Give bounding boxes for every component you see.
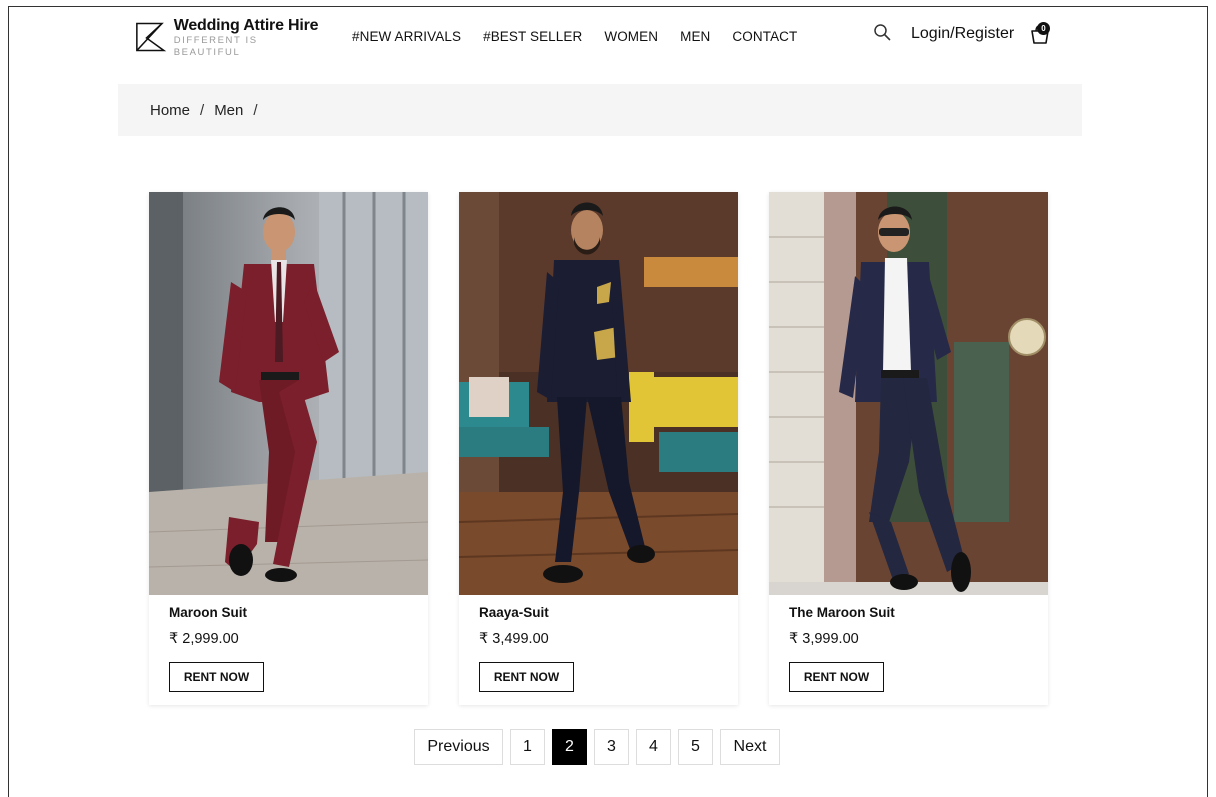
brand-name: Wedding Attire Hire — [173, 17, 319, 34]
nav-item-new-arrivals[interactable]: #NEW ARRIVALS — [352, 29, 461, 44]
rent-now-button[interactable]: RENT NOW — [479, 662, 574, 692]
pagination-page-3[interactable]: 3 — [594, 729, 629, 765]
pagination-page-2[interactable]: 2 — [552, 729, 587, 765]
breadcrumb-separator: / — [200, 101, 205, 119]
product-card[interactable]: Maroon Suit ₹ 2,999.00 RENT NOW — [149, 192, 428, 705]
product-title[interactable]: Raaya-Suit — [479, 605, 549, 620]
cart-count-badge: 0 — [1037, 22, 1050, 35]
nav-item-contact[interactable]: CONTACT — [732, 29, 797, 44]
pagination-page-1[interactable]: 1 — [510, 729, 545, 765]
pagination: Previous 1 2 3 4 5 Next — [414, 729, 787, 765]
nav-item-best-seller[interactable]: #BEST SELLER — [483, 29, 582, 44]
product-card[interactable]: Raaya-Suit ₹ 3,499.00 RENT NOW — [459, 192, 738, 705]
main-nav: #NEW ARRIVALS #BEST SELLER WOMEN MEN CON… — [352, 29, 819, 44]
browser-frame: Wedding Attire Hire DIFFERENT IS BEAUTIF… — [8, 6, 1208, 797]
product-price: ₹ 2,999.00 — [169, 631, 239, 647]
pagination-previous-button[interactable]: Previous — [414, 729, 503, 765]
rent-now-button[interactable]: RENT NOW — [169, 662, 264, 692]
breadcrumb: Home / Men / — [118, 84, 1082, 136]
nav-item-men[interactable]: MEN — [680, 29, 710, 44]
rent-now-button[interactable]: RENT NOW — [789, 662, 884, 692]
product-title[interactable]: Maroon Suit — [169, 605, 247, 620]
product-price: ₹ 3,999.00 — [789, 631, 859, 647]
product-title[interactable]: The Maroon Suit — [789, 605, 895, 620]
pagination-page-5[interactable]: 5 — [678, 729, 713, 765]
breadcrumb-men[interactable]: Men — [214, 102, 243, 119]
pagination-page-4[interactable]: 4 — [636, 729, 671, 765]
logo-mark-icon — [136, 22, 167, 52]
pagination-next-button[interactable]: Next — [720, 729, 780, 765]
product-price: ₹ 3,499.00 — [479, 631, 549, 647]
breadcrumb-separator: / — [253, 101, 258, 119]
product-image[interactable] — [459, 192, 738, 595]
breadcrumb-home[interactable]: Home — [150, 102, 190, 119]
login-register-link[interactable]: Login/Register — [911, 25, 1014, 43]
product-image[interactable] — [769, 192, 1048, 595]
brand-tagline: DIFFERENT IS BEAUTIFUL — [173, 35, 258, 58]
brand-logo[interactable]: Wedding Attire Hire DIFFERENT IS BEAUTIF… — [133, 17, 323, 59]
search-icon[interactable] — [873, 23, 891, 41]
nav-item-women[interactable]: WOMEN — [604, 29, 658, 44]
product-image[interactable] — [149, 192, 428, 595]
product-card[interactable]: The Maroon Suit ₹ 3,999.00 RENT NOW — [769, 192, 1048, 705]
